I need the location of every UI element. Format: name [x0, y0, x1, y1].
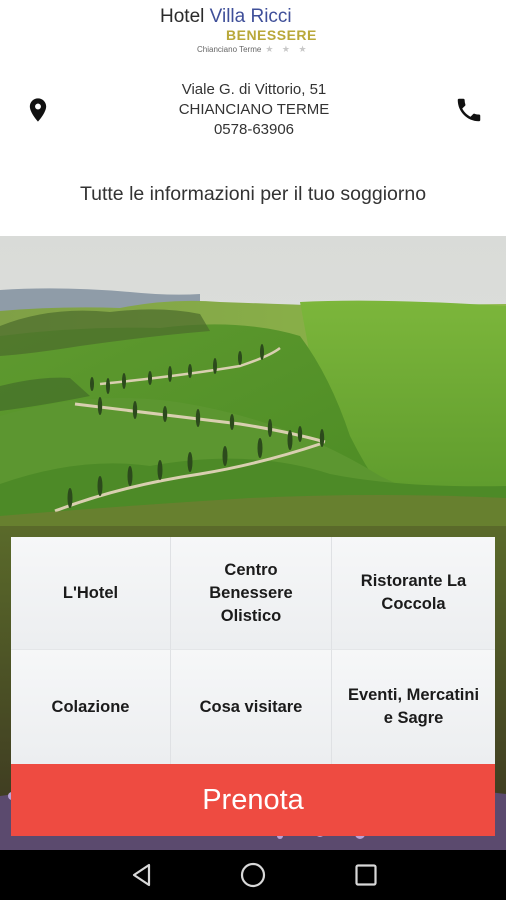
logo-town: Chianciano Terme	[197, 45, 262, 54]
address-street: Viale G. di Vittorio, 51	[181, 81, 327, 98]
address-block: Viale G. di Vittorio, 51 CHIANCIANO TERM…	[140, 80, 368, 140]
phone-number[interactable]: 0578-63906	[140, 120, 368, 140]
menu-item-events[interactable]: Eventi, Mercatini e Sagre	[332, 650, 495, 764]
menu-item-label: Colazione	[51, 697, 130, 716]
logo-title: Hotel Villa Ricci	[160, 6, 340, 28]
menu-item-things-to-visit[interactable]: Cosa visitare	[171, 650, 332, 764]
address-town: CHIANCIANO TERME	[178, 101, 330, 118]
phone-icon[interactable]	[454, 95, 484, 125]
menu-item-label: L'Hotel	[62, 583, 119, 602]
logo-subtitle: BENESSERE	[226, 27, 317, 43]
menu-item-wellness-center[interactable]: Centro Benessere Olistico	[171, 537, 332, 650]
page-tagline: Tutte le informazioni per il tuo soggior…	[79, 183, 427, 205]
menu-item-restaurant[interactable]: Ristorante La Coccola	[332, 537, 495, 650]
app-header: Hotel Villa Ricci BENESSERE Chianciano T…	[0, 0, 506, 236]
location-pin-icon[interactable]	[24, 95, 52, 125]
menu-item-label: Centro Benessere Olistico	[209, 560, 293, 625]
hotel-logo: Hotel Villa Ricci BENESSERE Chianciano T…	[160, 6, 340, 58]
menu-item-hotel[interactable]: L'Hotel	[11, 537, 171, 650]
back-triangle-icon[interactable]	[112, 850, 172, 900]
logo-town-line: Chianciano Terme ★ ★ ★	[197, 44, 310, 55]
menu-grid: L'Hotel Centro Benessere Olistico Ristor…	[11, 537, 495, 764]
android-nav-bar	[0, 850, 506, 900]
menu-item-label: Eventi, Mercatini e Sagre	[347, 686, 480, 727]
logo-hotel-word: Hotel	[160, 6, 205, 27]
logo-stars: ★ ★ ★	[265, 44, 310, 54]
logo-brand-name: Villa Ricci	[209, 6, 292, 27]
recents-square-icon[interactable]	[336, 850, 396, 900]
menu-item-label: Ristorante La Coccola	[360, 572, 467, 613]
home-circle-icon[interactable]	[223, 850, 283, 900]
menu-item-label: Cosa visitare	[199, 697, 303, 716]
book-button[interactable]: Prenota	[11, 764, 495, 836]
menu-item-breakfast[interactable]: Colazione	[11, 650, 171, 764]
